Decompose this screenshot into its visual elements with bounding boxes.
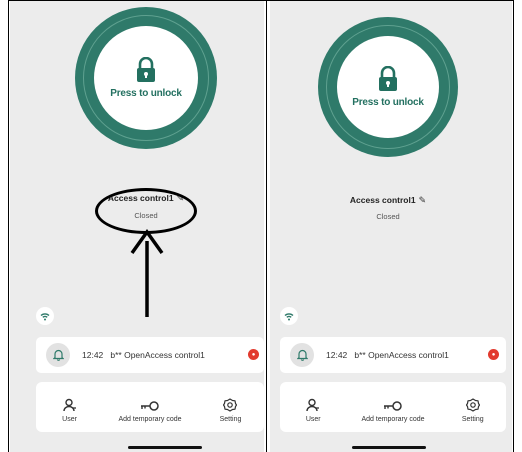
notification-text: 12:42 b** OpenAccess control1	[326, 350, 449, 360]
notification-message: b** OpenAccess control1	[110, 350, 205, 360]
device-name-text: Access control1	[349, 195, 416, 205]
wifi-status	[280, 307, 298, 325]
tab-add-temporary-code-label: Add temporary code	[361, 416, 425, 423]
bell-icon	[52, 349, 64, 361]
tab-add-temporary-code[interactable]: Add temporary code	[346, 382, 439, 432]
bell-icon	[296, 349, 308, 361]
notification-row[interactable]: 12:42 b** OpenAccess control1 ●	[36, 337, 264, 373]
notification-text: 12:42 b** OpenAccess control1	[82, 350, 205, 360]
table-border-right	[513, 0, 514, 452]
tab-user[interactable]: User	[280, 382, 346, 432]
table-border-middle	[266, 0, 267, 452]
bottom-tab-bar: User Add temporary code Setting	[36, 382, 264, 432]
edit-icon[interactable]: ✎	[419, 195, 427, 206]
device-name: Access control1 ✎	[332, 195, 444, 206]
bell-button	[46, 343, 70, 367]
tab-add-temporary-code[interactable]: Add temporary code	[103, 382, 197, 432]
bell-button	[290, 343, 314, 367]
bottom-tab-bar: User Add temporary code Setting	[280, 382, 506, 432]
annotation-ellipse	[95, 188, 197, 234]
home-indicator[interactable]	[128, 446, 202, 449]
screenshot-frame: Press to unlock Access control1✎ Closed	[0, 0, 522, 452]
tab-setting-label: Setting	[461, 416, 484, 423]
tab-user-label: User	[305, 416, 321, 423]
gear-icon	[223, 398, 238, 412]
user-icon	[306, 398, 320, 412]
tab-add-temporary-code-label: Add temporary code	[118, 416, 182, 423]
home-indicator[interactable]	[352, 446, 426, 449]
annotation-arrow	[130, 229, 164, 317]
lock-icon	[137, 57, 155, 82]
key-icon	[384, 401, 402, 411]
tab-setting[interactable]: Setting	[197, 382, 264, 432]
key-icon	[141, 401, 159, 411]
notification-time: 12:42	[326, 350, 348, 360]
tab-setting-label: Setting	[219, 416, 242, 423]
tab-user-label: User	[62, 416, 77, 423]
notification-badge: ●	[488, 349, 499, 360]
device-status: Closed	[376, 212, 400, 221]
wifi-icon	[40, 312, 50, 320]
unlock-label: Press to unlock	[352, 97, 424, 108]
unlock-button-face: Press to unlock	[337, 36, 439, 138]
unlock-button[interactable]: Press to unlock	[318, 17, 458, 157]
phone-screen-right: Press to unlock Access control1 ✎ Closed …	[270, 1, 512, 452]
notification-row[interactable]: 12:42 b** OpenAccess control1 ●	[280, 337, 506, 373]
gear-icon	[465, 398, 480, 412]
notification-message: b** OpenAccess control1	[354, 350, 449, 360]
tab-setting[interactable]: Setting	[440, 382, 506, 432]
lock-icon	[379, 66, 397, 91]
tab-user[interactable]: User	[36, 382, 103, 432]
notification-badge: ●	[248, 349, 259, 360]
unlock-label: Press to unlock	[110, 88, 182, 99]
unlock-button-face: Press to unlock	[94, 26, 198, 130]
notification-time: 12:42	[82, 350, 104, 360]
user-icon	[62, 398, 76, 412]
phone-screen-left: Press to unlock Access control1✎ Closed	[10, 1, 264, 452]
table-border-left	[8, 0, 9, 452]
unlock-button[interactable]: Press to unlock	[75, 7, 217, 149]
wifi-status	[36, 307, 54, 325]
wifi-icon	[284, 312, 294, 320]
